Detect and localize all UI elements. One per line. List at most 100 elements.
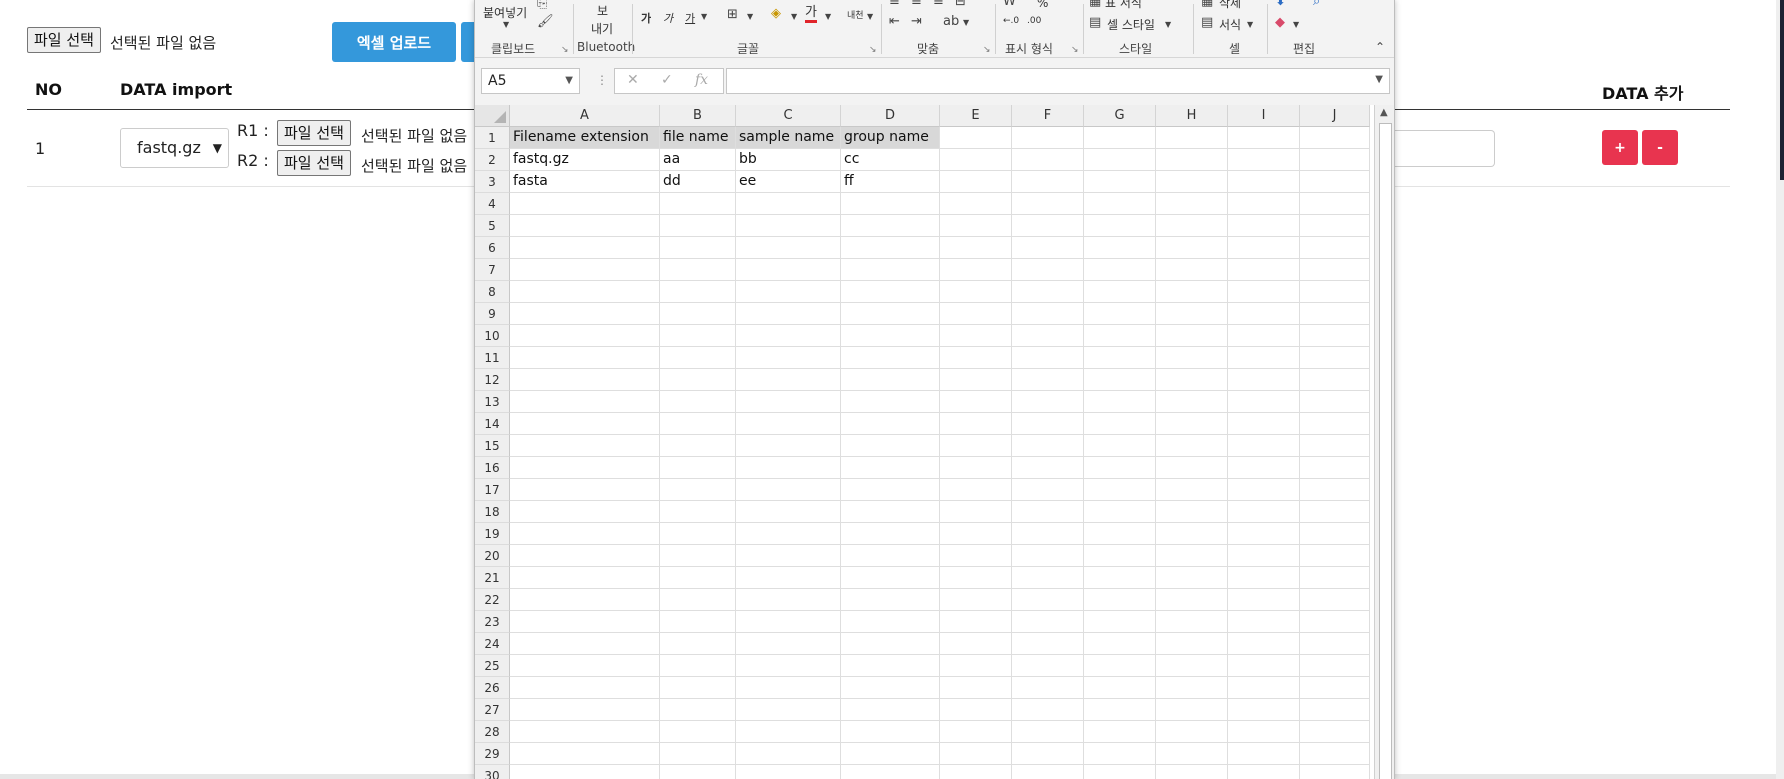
cell-e19[interactable]	[940, 523, 1012, 545]
cell-a26[interactable]	[510, 677, 660, 699]
cancel-icon[interactable]: ✕	[627, 72, 639, 88]
font-color-dropdown-icon[interactable]: ▼	[825, 12, 831, 21]
cell-c18[interactable]	[736, 501, 841, 523]
cell-h10[interactable]	[1156, 325, 1228, 347]
cell-c23[interactable]	[736, 611, 841, 633]
row-header-2[interactable]: 2	[475, 149, 510, 171]
cell-i12[interactable]	[1228, 369, 1300, 391]
cell-c12[interactable]	[736, 369, 841, 391]
cell-e11[interactable]	[940, 347, 1012, 369]
cell-f21[interactable]	[1012, 567, 1084, 589]
row-header-14[interactable]: 14	[475, 413, 510, 435]
cell-a20[interactable]	[510, 545, 660, 567]
cell-b1[interactable]: file name	[660, 127, 736, 149]
cell-c8[interactable]	[736, 281, 841, 303]
cell-j16[interactable]	[1300, 457, 1370, 479]
scroll-up-icon[interactable]: ▲	[1380, 107, 1388, 118]
cell-a4[interactable]	[510, 193, 660, 215]
cell-i18[interactable]	[1228, 501, 1300, 523]
page-scrollbar[interactable]	[1780, 0, 1784, 180]
cell-b20[interactable]	[660, 545, 736, 567]
cell-e20[interactable]	[940, 545, 1012, 567]
cell-h26[interactable]	[1156, 677, 1228, 699]
cell-d5[interactable]	[841, 215, 940, 237]
cell-j2[interactable]	[1300, 149, 1370, 171]
cell-d19[interactable]	[841, 523, 940, 545]
cell-f26[interactable]	[1012, 677, 1084, 699]
orientation-icon[interactable]: ab	[943, 14, 959, 29]
cell-i23[interactable]	[1228, 611, 1300, 633]
cell-j18[interactable]	[1300, 501, 1370, 523]
cell-i1[interactable]	[1228, 127, 1300, 149]
cell-d6[interactable]	[841, 237, 940, 259]
cell-f12[interactable]	[1012, 369, 1084, 391]
cell-d30[interactable]	[841, 765, 940, 779]
cell-a18[interactable]	[510, 501, 660, 523]
cell-g9[interactable]	[1084, 303, 1156, 325]
row-header-28[interactable]: 28	[475, 721, 510, 743]
cell-c2[interactable]: bb	[736, 149, 841, 171]
row-header-23[interactable]: 23	[475, 611, 510, 633]
cell-i9[interactable]	[1228, 303, 1300, 325]
format-as-table-button[interactable]: 표 서식	[1105, 0, 1142, 11]
cell-c22[interactable]	[736, 589, 841, 611]
cell-j25[interactable]	[1300, 655, 1370, 677]
cell-e14[interactable]	[940, 413, 1012, 435]
row-header-21[interactable]: 21	[475, 567, 510, 589]
cell-d14[interactable]	[841, 413, 940, 435]
cell-e5[interactable]	[940, 215, 1012, 237]
cell-j11[interactable]	[1300, 347, 1370, 369]
cell-h12[interactable]	[1156, 369, 1228, 391]
cell-h21[interactable]	[1156, 567, 1228, 589]
format-cells-button[interactable]: 서식	[1219, 16, 1241, 33]
cell-a22[interactable]	[510, 589, 660, 611]
cell-j17[interactable]	[1300, 479, 1370, 501]
cell-j24[interactable]	[1300, 633, 1370, 655]
cell-d1[interactable]: group name	[841, 127, 940, 149]
row-header-22[interactable]: 22	[475, 589, 510, 611]
cell-b21[interactable]	[660, 567, 736, 589]
cell-d26[interactable]	[841, 677, 940, 699]
cell-i24[interactable]	[1228, 633, 1300, 655]
cell-f25[interactable]	[1012, 655, 1084, 677]
decrease-indent-icon[interactable]: ⇤	[889, 14, 900, 29]
cell-d12[interactable]	[841, 369, 940, 391]
row-header-8[interactable]: 8	[475, 281, 510, 303]
expand-formula-icon[interactable]: ▼	[1375, 74, 1383, 85]
cell-b12[interactable]	[660, 369, 736, 391]
add-row-button[interactable]: +	[1602, 130, 1638, 165]
cell-d27[interactable]	[841, 699, 940, 721]
cell-c1[interactable]: sample name	[736, 127, 841, 149]
cell-h1[interactable]	[1156, 127, 1228, 149]
clipboard-launcher-icon[interactable]: ↘	[561, 45, 569, 55]
cell-i5[interactable]	[1228, 215, 1300, 237]
cell-e9[interactable]	[940, 303, 1012, 325]
cell-h17[interactable]	[1156, 479, 1228, 501]
cell-g11[interactable]	[1084, 347, 1156, 369]
cell-b27[interactable]	[660, 699, 736, 721]
remove-row-button[interactable]: -	[1642, 130, 1678, 165]
excel-upload-button[interactable]: 엑셀 업로드	[332, 22, 456, 62]
currency-icon[interactable]: ₩	[1003, 0, 1016, 9]
copy-icon[interactable]: ⎘	[537, 0, 547, 11]
row-header-5[interactable]: 5	[475, 215, 510, 237]
cell-g8[interactable]	[1084, 281, 1156, 303]
cell-b8[interactable]	[660, 281, 736, 303]
cell-f11[interactable]	[1012, 347, 1084, 369]
cell-c25[interactable]	[736, 655, 841, 677]
cell-h14[interactable]	[1156, 413, 1228, 435]
cell-j28[interactable]	[1300, 721, 1370, 743]
cell-j30[interactable]	[1300, 765, 1370, 779]
find-icon[interactable]: ⌕	[1313, 0, 1320, 9]
bluetooth-send-button[interactable]: 내기	[591, 20, 613, 37]
cell-a3[interactable]: fasta	[510, 171, 660, 193]
cell-c11[interactable]	[736, 347, 841, 369]
cell-d24[interactable]	[841, 633, 940, 655]
cell-e28[interactable]	[940, 721, 1012, 743]
cell-d2[interactable]: cc	[841, 149, 940, 171]
row-header-19[interactable]: 19	[475, 523, 510, 545]
cell-d16[interactable]	[841, 457, 940, 479]
cell-g5[interactable]	[1084, 215, 1156, 237]
cell-f28[interactable]	[1012, 721, 1084, 743]
cell-b5[interactable]	[660, 215, 736, 237]
